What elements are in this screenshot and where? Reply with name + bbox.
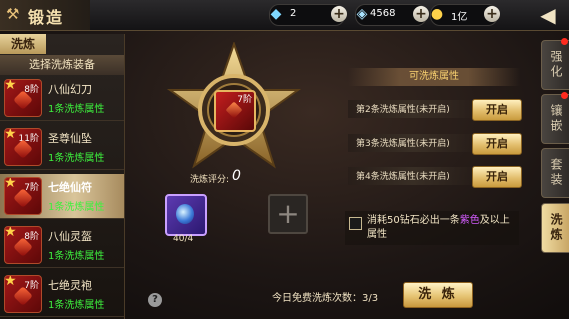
pendant-icon: ★ 11阶 (4, 128, 42, 166)
bound-diamond-resource: ◈ 4568 + (355, 4, 429, 26)
equipment-name: 七绝灵袍 (48, 279, 92, 292)
attribute-row: 第4条洗炼属性(未开启) 开启 (348, 166, 524, 188)
equipment-attr: 1条洗炼属性 (48, 153, 105, 164)
consume-text: 消耗50钻石必出一条紫色及以上属性 (367, 215, 510, 240)
help-icon[interactable]: ? (148, 293, 162, 307)
helmet-icon: ★ 8阶 (4, 226, 42, 264)
add-material-button[interactable]: + (268, 194, 308, 234)
gold-value: 1亿 (451, 12, 468, 23)
attribute-row: 第3条洗炼属性(未开启) 开启 (348, 133, 524, 155)
equipment-name: 七绝仙符 (48, 181, 92, 194)
back-arrow-icon[interactable]: ◀ (530, 2, 566, 28)
refine-stone-icon (176, 204, 194, 224)
equipment-name: 八仙灵盔 (48, 230, 92, 243)
talisman-icon: ★ 7阶 (4, 177, 42, 215)
hammer-icon: ⚒ (6, 5, 20, 23)
score-value: 0 (232, 168, 241, 184)
open-attribute-button[interactable]: 开启 (472, 99, 522, 121)
open-attribute-button[interactable]: 开启 (472, 133, 522, 155)
add-diamond-button[interactable]: + (331, 6, 347, 22)
refine-stone-count: 40/4 (173, 234, 194, 244)
tab-xiangqian[interactable]: 镶嵌 (541, 92, 569, 144)
select-equipment-header: 选择洗炼装备 (0, 55, 124, 75)
score-label: 洗炼评分: (190, 175, 230, 185)
diamond-value: 2 (290, 8, 297, 19)
tab-qianghua[interactable]: 强化 (541, 38, 569, 90)
equipment-item[interactable]: ★ 7阶 七绝灵袍 1条洗炼属性 (0, 272, 124, 317)
equipment-attr: 1条洗炼属性 (48, 202, 105, 213)
tab-taozhuang[interactable]: 套装 (541, 148, 569, 198)
refine-stone-slot[interactable] (165, 194, 207, 236)
equipment-attr: 1条洗炼属性 (48, 300, 105, 311)
title-area: ⚒ 锻造 (0, 0, 90, 30)
free-refine-count: 今日免费洗炼次数：3/3 (272, 293, 379, 304)
attribute-label: 第3条洗炼属性(未开启) (356, 139, 450, 149)
equipment-slot[interactable]: 7阶 (214, 90, 256, 132)
attribute-row: 第2条洗炼属性(未开启) 开启 (348, 99, 524, 121)
bound-diamond-value: 4568 (370, 8, 396, 19)
notification-badge (561, 92, 568, 99)
gold-resource: ● 1亿 + (430, 4, 500, 26)
page-title: 锻造 (28, 8, 65, 27)
robe-icon: ★ 7阶 (4, 275, 42, 313)
tab-xilian-side[interactable]: 洗炼 (541, 203, 569, 253)
gold-coin-icon: ● (430, 6, 444, 22)
blade-icon: ★ 8阶 (4, 79, 42, 117)
forge-emblem: 7阶 (166, 42, 302, 178)
notification-badge (561, 38, 568, 45)
attributes-header: 可洗炼属性 (348, 68, 520, 86)
add-gold-button[interactable]: + (484, 6, 500, 22)
bound-diamond-icon: ◈ (356, 6, 368, 22)
equipment-panel: 洗炼 选择洗炼装备 ★ 8阶 八仙幻刀 1条洗炼属性 ★ 11阶 圣尊仙坠 1条洗炼… (0, 34, 125, 319)
diamond-icon: ◆ (270, 6, 282, 22)
attribute-label: 第2条洗炼属性(未开启) (356, 105, 450, 115)
equipment-attr: 1条洗炼属性 (48, 104, 105, 115)
consume-checkbox[interactable] (349, 217, 362, 230)
diamond-consume-option: 消耗50钻石必出一条紫色及以上属性 (345, 211, 519, 245)
equipment-item-selected[interactable]: ★ 7阶 七绝仙符 1条洗炼属性 (0, 174, 124, 219)
equipment-name: 圣尊仙坠 (48, 132, 92, 145)
equipment-item[interactable]: ★ 8阶 八仙灵盔 1条洗炼属性 (0, 223, 124, 268)
tab-xilian[interactable]: 洗炼 (0, 34, 46, 54)
diamond-resource: ◆ 2 + (269, 4, 347, 26)
equipment-name: 八仙幻刀 (48, 83, 92, 96)
attribute-label: 第4条洗炼属性(未开启) (356, 172, 450, 182)
equipment-item[interactable]: ★ 11阶 圣尊仙坠 1条洗炼属性 (0, 125, 124, 170)
equipment-attr: 1条洗炼属性 (48, 251, 105, 262)
equipment-item[interactable]: ★ 8阶 八仙幻刀 1条洗炼属性 (0, 76, 124, 121)
top-bar: ⚒ 锻造 ◆ 2 + ◈ 4568 + ● 1亿 + ◀ (0, 0, 569, 31)
open-attribute-button[interactable]: 开启 (472, 166, 522, 188)
refine-button[interactable]: 洗 炼 (403, 282, 473, 308)
